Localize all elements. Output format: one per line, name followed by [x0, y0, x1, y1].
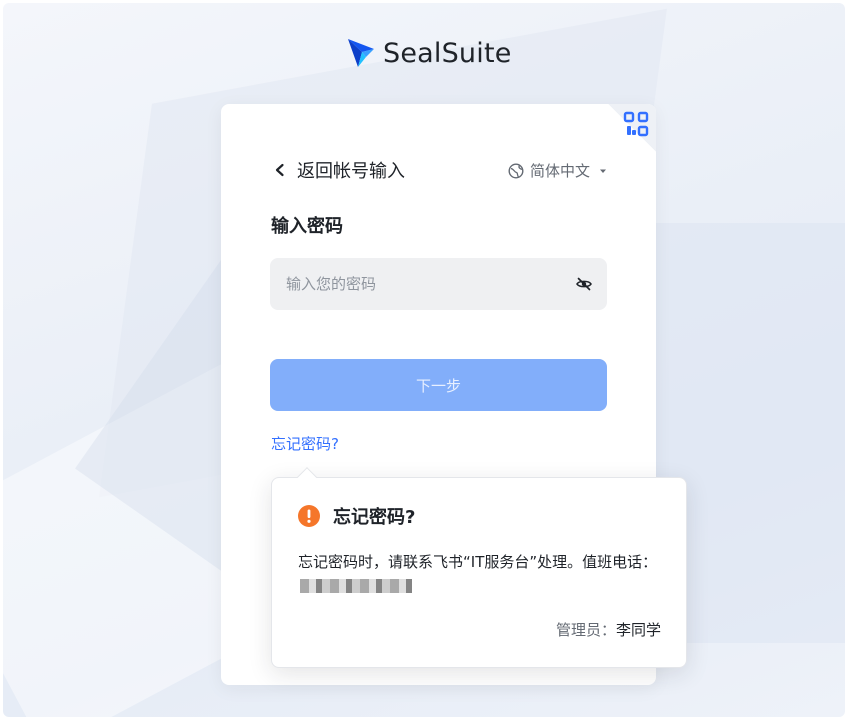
password-field[interactable] — [270, 258, 607, 310]
language-label: 简体中文 — [529, 162, 590, 180]
popover-body: 忘记密码时，请联系飞书“IT服务台”处理。值班电话： — [298, 550, 668, 598]
back-label: 返回帐号输入 — [297, 161, 405, 182]
seal-logo-icon — [348, 39, 374, 67]
popover-admin: 管理员：李同学 — [556, 619, 661, 640]
brand-logo: SealSuite — [346, 36, 512, 70]
globe-icon — [508, 162, 524, 179]
popover-body-text: 忘记密码时，请联系飞书“IT服务台”处理。值班电话： — [298, 553, 658, 571]
brand-name: SealSuite — [383, 37, 512, 69]
forgot-password-link[interactable]: 忘记密码? — [271, 433, 339, 454]
password-input[interactable] — [270, 258, 575, 310]
qr-login-toggle[interactable] — [608, 104, 656, 152]
warning-icon — [298, 505, 320, 527]
back-to-account-button[interactable]: 返回帐号输入 — [273, 157, 405, 183]
form-title: 输入密码 — [271, 216, 343, 237]
next-step-button[interactable]: 下一步 — [270, 359, 607, 411]
language-selector[interactable]: 简体中文 — [508, 160, 608, 181]
forgot-password-popover: 忘记密码? 忘记密码时，请联系飞书“IT服务台”处理。值班电话： 管理员：李同学 — [271, 467, 687, 668]
popover-title: 忘记密码? — [333, 507, 416, 528]
admin-label: 管理员： — [555, 621, 616, 639]
chevron-left-icon — [275, 163, 284, 177]
eye-off-icon[interactable] — [575, 275, 593, 293]
redacted-phone-number — [300, 579, 412, 593]
qr-code-icon[interactable] — [623, 111, 649, 137]
admin-name: 李同学 — [615, 621, 661, 639]
popover-header: 忘记密码? — [297, 503, 415, 529]
caret-down-icon — [600, 169, 606, 173]
